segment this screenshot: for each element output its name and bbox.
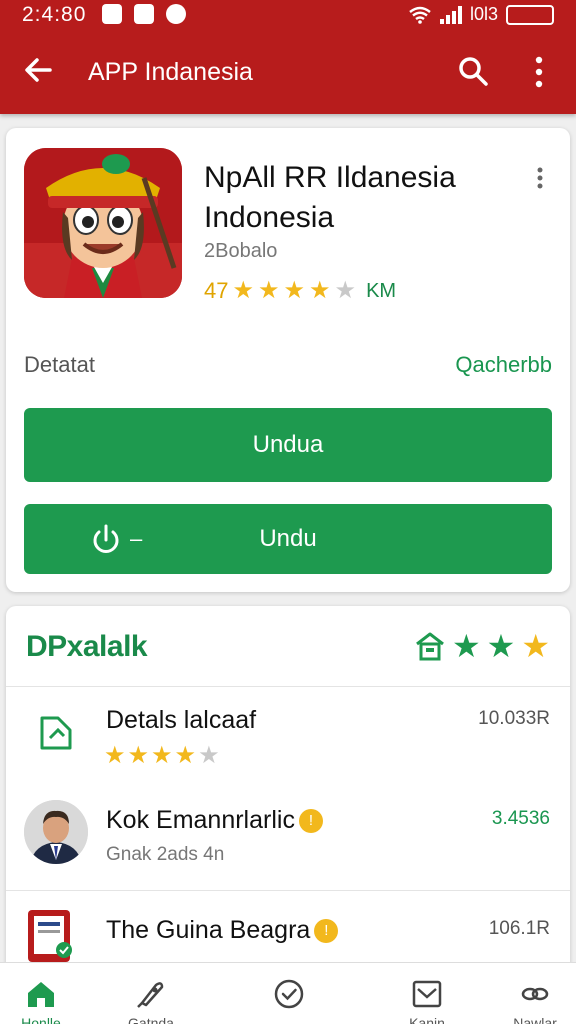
star-icon: ★ [104,742,126,769]
open-button-dash: – [130,526,143,551]
star-icon: ★ [283,277,306,304]
more-vert-icon[interactable] [534,166,546,190]
list-item-title[interactable]: Kok Emannrlarlic! [106,806,323,835]
home-icon [416,632,444,661]
star-icon: ★ [198,742,220,769]
star-icon: ★ [334,277,357,304]
developer-name[interactable]: 2Bobalo [204,240,277,263]
notification-icon [166,4,186,24]
app-bar-title: APP Indanesia [88,58,253,86]
wifi-icon [409,6,431,24]
section-header-icons: ★ ★ ★ [414,630,550,662]
inbox-icon [412,980,442,1008]
network-indicator: l0l3 [469,4,498,24]
back-arrow-icon[interactable] [20,52,56,88]
open-button-label: Undu [259,525,317,552]
install-button[interactable]: Undua [24,408,552,482]
power-icon [93,524,119,553]
star-icon: ★ [309,277,331,304]
section-title: DPxalalk [26,630,148,663]
install-button-label: Undua [252,431,324,458]
notification-icons [102,4,186,24]
star-icon: ★ [258,277,280,304]
avatar[interactable] [24,800,88,864]
open-button[interactable]: – Undu [24,504,552,574]
nav-games[interactable]: Gatnda [96,963,206,1024]
signal-icon [439,5,462,24]
app-info-card: NpAll RR Ildanesia Indonesia 2Bobalo 47 … [6,128,570,592]
nav-home[interactable]: Honlle [0,963,96,1024]
divider [6,686,570,687]
home-icon [28,982,54,1007]
app-rating: 47 ★ ★ ★ ★ ★ KM [204,278,396,304]
list-item-value: 10.033R [478,708,550,729]
app-name-line1: NpAll RR Ildanesia [204,161,456,194]
top-app-bar: 2:4:80 l0l3 APP Indanesia [0,0,576,114]
list-item-value: 106.1R [488,918,550,939]
rating-value: 47 [204,278,229,303]
list-item-rating: ★ ★ ★ ★ ★ [104,744,220,768]
rocket-icon [137,982,164,1008]
list-item-subtitle: Gnak 2ads 4n [106,844,225,865]
divider [6,890,570,891]
star-icon: ★ [521,628,550,664]
link-icon [521,987,549,1001]
notification-icon [134,4,154,24]
star-icon: ★ [486,628,516,664]
nav-label: Honlle [21,1015,61,1024]
search-icon[interactable] [456,54,490,88]
app-name-line2: Indonesia [204,201,335,234]
edit-document-icon [40,716,72,750]
details-link[interactable]: Qacherbb [455,352,552,378]
verified-badge-icon: ! [314,919,339,943]
rating-suffix: KM [366,279,397,302]
star-icon: ★ [232,277,254,304]
list-item-value: 3.4536 [491,808,550,829]
list-item-title[interactable]: Detals lalcaaf [106,706,256,735]
check-circle-icon [274,979,304,1009]
list-item-title-text: The Guina Beagra [106,916,311,944]
list-item-title-text: Kok Emannrlarlic [106,806,295,834]
app-bar: APP Indanesia [0,40,576,106]
star-icon: ★ [451,628,481,664]
app-name: NpAll RR Ildanesia Indonesia [204,158,504,238]
star-icon: ★ [174,742,197,769]
list-item-title[interactable]: The Guina Beagra! [106,916,339,945]
nav-label: Gatnda [128,1015,174,1024]
details-label: Detatat [24,352,95,377]
status-right: l0l3 [408,4,554,25]
status-bar: 2:4:80 l0l3 [0,0,576,30]
nav-label: Kanin [409,1015,445,1024]
star-icon: ★ [127,742,150,769]
notification-icon [102,4,122,24]
book-icon [28,910,72,962]
nav-library[interactable]: Kanin [372,963,482,1024]
star-icon: ★ [151,742,173,769]
nav-label: Nawlar [513,1015,557,1024]
status-time: 2:4:80 [22,3,87,26]
battery-icon [506,4,554,25]
verified-badge-icon: ! [298,809,323,833]
app-icon[interactable] [24,148,182,298]
more-vert-icon[interactable] [524,54,554,90]
nav-more[interactable]: Nawlar [480,963,576,1024]
nav-updates[interactable] [234,963,344,1024]
bottom-navigation: Honlle Gatnda Kanin Nawlar [0,962,576,1024]
